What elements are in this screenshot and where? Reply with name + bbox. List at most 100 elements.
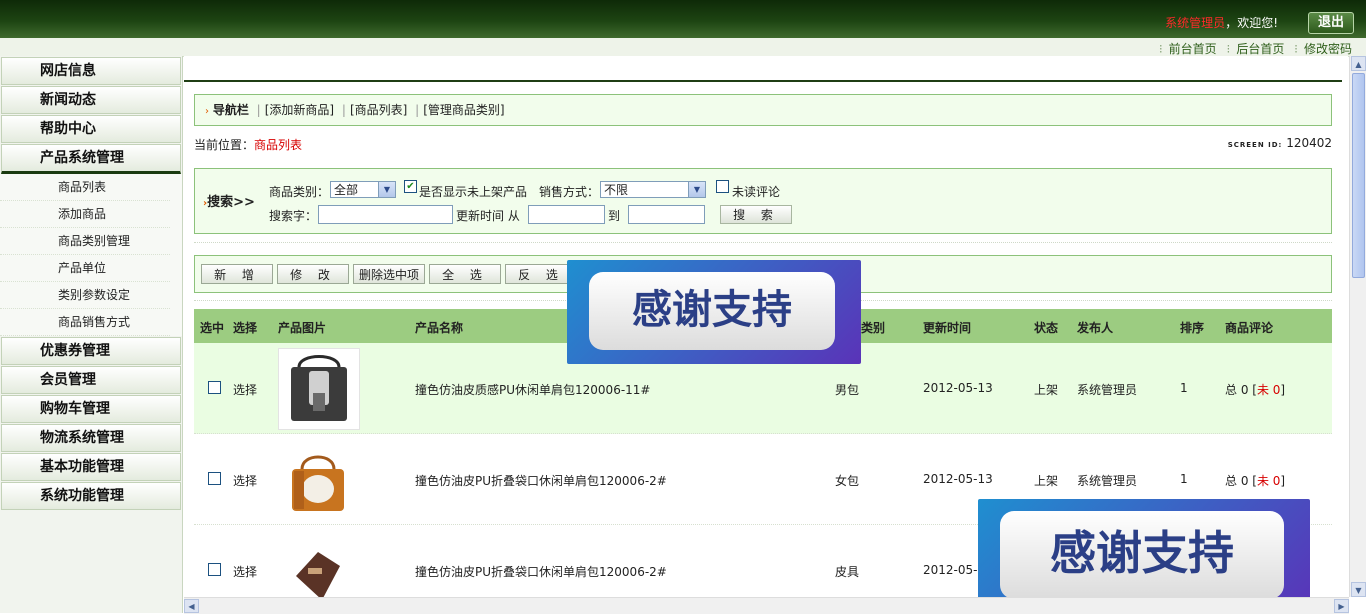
arrow-icon: › [205, 106, 209, 117]
sidebar-item-system-functions[interactable]: 系统功能管理 [1, 482, 181, 510]
sale-method-label: 销售方式： [539, 185, 600, 199]
submenu-item-product-list[interactable]: 商品列表 [0, 174, 170, 201]
product-category: 男包 [835, 383, 860, 397]
scroll-right-icon[interactable]: ▶ [1334, 599, 1349, 613]
product-publisher: 系统管理员 [1077, 383, 1138, 397]
product-image[interactable] [278, 439, 358, 519]
admin-home-link[interactable]: 后台首页 [1236, 42, 1284, 56]
row-checkbox[interactable] [208, 381, 221, 394]
welcome-message: 系统管理员，欢迎您! [1165, 14, 1278, 31]
scroll-up-icon[interactable]: ▲ [1351, 56, 1366, 71]
show-offshelf-label: 是否显示未上架产品 [419, 185, 528, 199]
row-select-link[interactable]: 选择 [233, 381, 257, 398]
col-header-name: 产品名称 [415, 321, 464, 335]
category-select[interactable]: 全部 ▼ [330, 181, 396, 198]
unread-comment-label: 未读评论 [732, 185, 781, 199]
sale-method-select[interactable]: 不限 ▼ [600, 181, 706, 198]
watermark-badge: 感谢支持 [567, 260, 861, 364]
product-status: 上架 [1034, 474, 1059, 488]
category-label: 商品类别： [269, 185, 330, 199]
select-all-button[interactable]: 全 选 [429, 264, 501, 284]
product-name: 撞色仿油皮PU折叠袋口休闲单肩包120006-2# [415, 565, 667, 579]
vertical-scrollbar[interactable]: ▲ ▼ [1349, 56, 1366, 597]
watermark-badge: 感谢支持 [978, 499, 1310, 613]
date-to-input[interactable] [628, 205, 705, 224]
product-category: 皮具 [835, 565, 860, 579]
sidebar-item-coupons[interactable]: 优惠券管理 [1, 337, 181, 365]
watermark-text: 感谢支持 [589, 272, 835, 350]
search-title: ›搜索>> [203, 195, 255, 210]
submenu-item-category-params[interactable]: 类别参数设定 [0, 282, 170, 309]
location-label: 当前位置： [194, 138, 255, 152]
horizontal-scrollbar[interactable]: ◀ ▶ [184, 597, 1349, 614]
product-category: 女包 [835, 474, 860, 488]
top-link-bar: ⁝ 前台首页 ⁝ 后台首页 ⁝ 修改密码 [0, 38, 1366, 57]
top-header: 系统管理员，欢迎您! 退出 [0, 0, 1366, 38]
unread-comment-checkbox[interactable] [716, 180, 729, 193]
welcome-text: ，欢迎您! [1225, 16, 1278, 30]
col-header-updated: 更新时间 [923, 321, 972, 335]
keyword-label: 搜索字： [269, 209, 318, 223]
product-image[interactable] [278, 348, 360, 430]
product-order: 1 [1180, 381, 1188, 395]
row-select-link[interactable]: 选择 [233, 472, 257, 489]
product-comments[interactable]: 总 0 [未 0] [1225, 472, 1285, 489]
submenu-item-add-product[interactable]: 添加商品 [0, 201, 170, 228]
screen-id: SCREEN ID: 120402 [1228, 136, 1332, 150]
product-date: 2012-05-13 [923, 381, 993, 395]
col-header-image: 产品图片 [278, 321, 327, 335]
submenu-item-category-manage[interactable]: 商品类别管理 [0, 228, 170, 255]
delete-selected-button[interactable]: 删除选中项 [353, 264, 425, 284]
product-name: 撞色仿油皮质感PU休闲单肩包120006-11# [415, 383, 651, 397]
scroll-down-icon[interactable]: ▼ [1351, 582, 1366, 597]
add-button[interactable]: 新 增 [201, 264, 273, 284]
submenu-item-sale-methods[interactable]: 商品销售方式 [0, 309, 170, 336]
row-select-link[interactable]: 选择 [233, 563, 257, 580]
sidebar-item-cart[interactable]: 购物车管理 [1, 395, 181, 423]
sidebar-item-members[interactable]: 会员管理 [1, 366, 181, 394]
product-date: 2012-05-13 [923, 472, 993, 486]
edit-button[interactable]: 修 改 [277, 264, 349, 284]
screen-id-value: 120402 [1286, 136, 1332, 150]
search-button[interactable]: 搜 索 [720, 205, 792, 224]
product-publisher: 系统管理员 [1077, 474, 1138, 488]
sidebar-item-logistics[interactable]: 物流系统管理 [1, 424, 181, 452]
logout-button[interactable]: 退出 [1308, 12, 1354, 34]
date-from-input[interactable] [528, 205, 605, 224]
search-panel: ›搜索>> 商品类别： 全部 ▼ ✔ 是否显示未上架产品 销售方式： 不限 ▼ … [194, 168, 1332, 234]
show-offshelf-checkbox[interactable]: ✔ [404, 180, 417, 193]
nav-link-add-product[interactable]: [添加新商品] [265, 103, 334, 117]
sidebar-item-product-system[interactable]: 产品系统管理 [1, 144, 181, 174]
sidebar-item-basic-functions[interactable]: 基本功能管理 [1, 453, 181, 481]
col-header-category: 类别 [861, 321, 886, 335]
col-header-order: 排序 [1180, 321, 1205, 335]
sidebar-item-news[interactable]: 新闻动态 [1, 86, 181, 114]
submenu-item-product-unit[interactable]: 产品单位 [0, 255, 170, 282]
product-order: 1 [1180, 472, 1188, 486]
sidebar-item-help[interactable]: 帮助中心 [1, 115, 181, 143]
divider [194, 242, 1332, 243]
change-password-link[interactable]: 修改密码 [1304, 42, 1352, 56]
front-home-link[interactable]: 前台首页 [1169, 42, 1217, 56]
nav-link-product-list[interactable]: [商品列表] [350, 103, 407, 117]
update-time-label: 更新时间 从 [456, 209, 520, 223]
screen-id-label: SCREEN ID: [1227, 141, 1283, 149]
bag-icon [292, 455, 344, 511]
product-comments[interactable]: 总 0 [未 0] [1225, 381, 1285, 398]
breadcrumb: 当前位置：商品列表 [194, 136, 302, 153]
to-label: 到 [608, 209, 621, 223]
row-checkbox[interactable] [208, 472, 221, 485]
row-checkbox[interactable] [208, 563, 221, 576]
sidebar-item-shop-info[interactable]: 网店信息 [1, 57, 181, 85]
nav-bar: › 导航栏 | [添加新商品] | [商品列表] | [管理商品类别] [194, 94, 1332, 126]
scroll-left-icon[interactable]: ◀ [184, 599, 199, 613]
location-current: 商品列表 [254, 138, 303, 152]
nav-link-manage-category[interactable]: [管理商品类别] [423, 103, 504, 117]
col-header-checked: 选中 [200, 321, 225, 335]
product-status: 上架 [1034, 383, 1059, 397]
chevron-down-icon: ▼ [688, 182, 705, 197]
scroll-thumb[interactable] [1352, 73, 1365, 278]
product-date: 2012-05-1 [923, 563, 986, 577]
keyword-input[interactable] [318, 205, 453, 224]
admin-name: 系统管理员 [1165, 16, 1226, 30]
